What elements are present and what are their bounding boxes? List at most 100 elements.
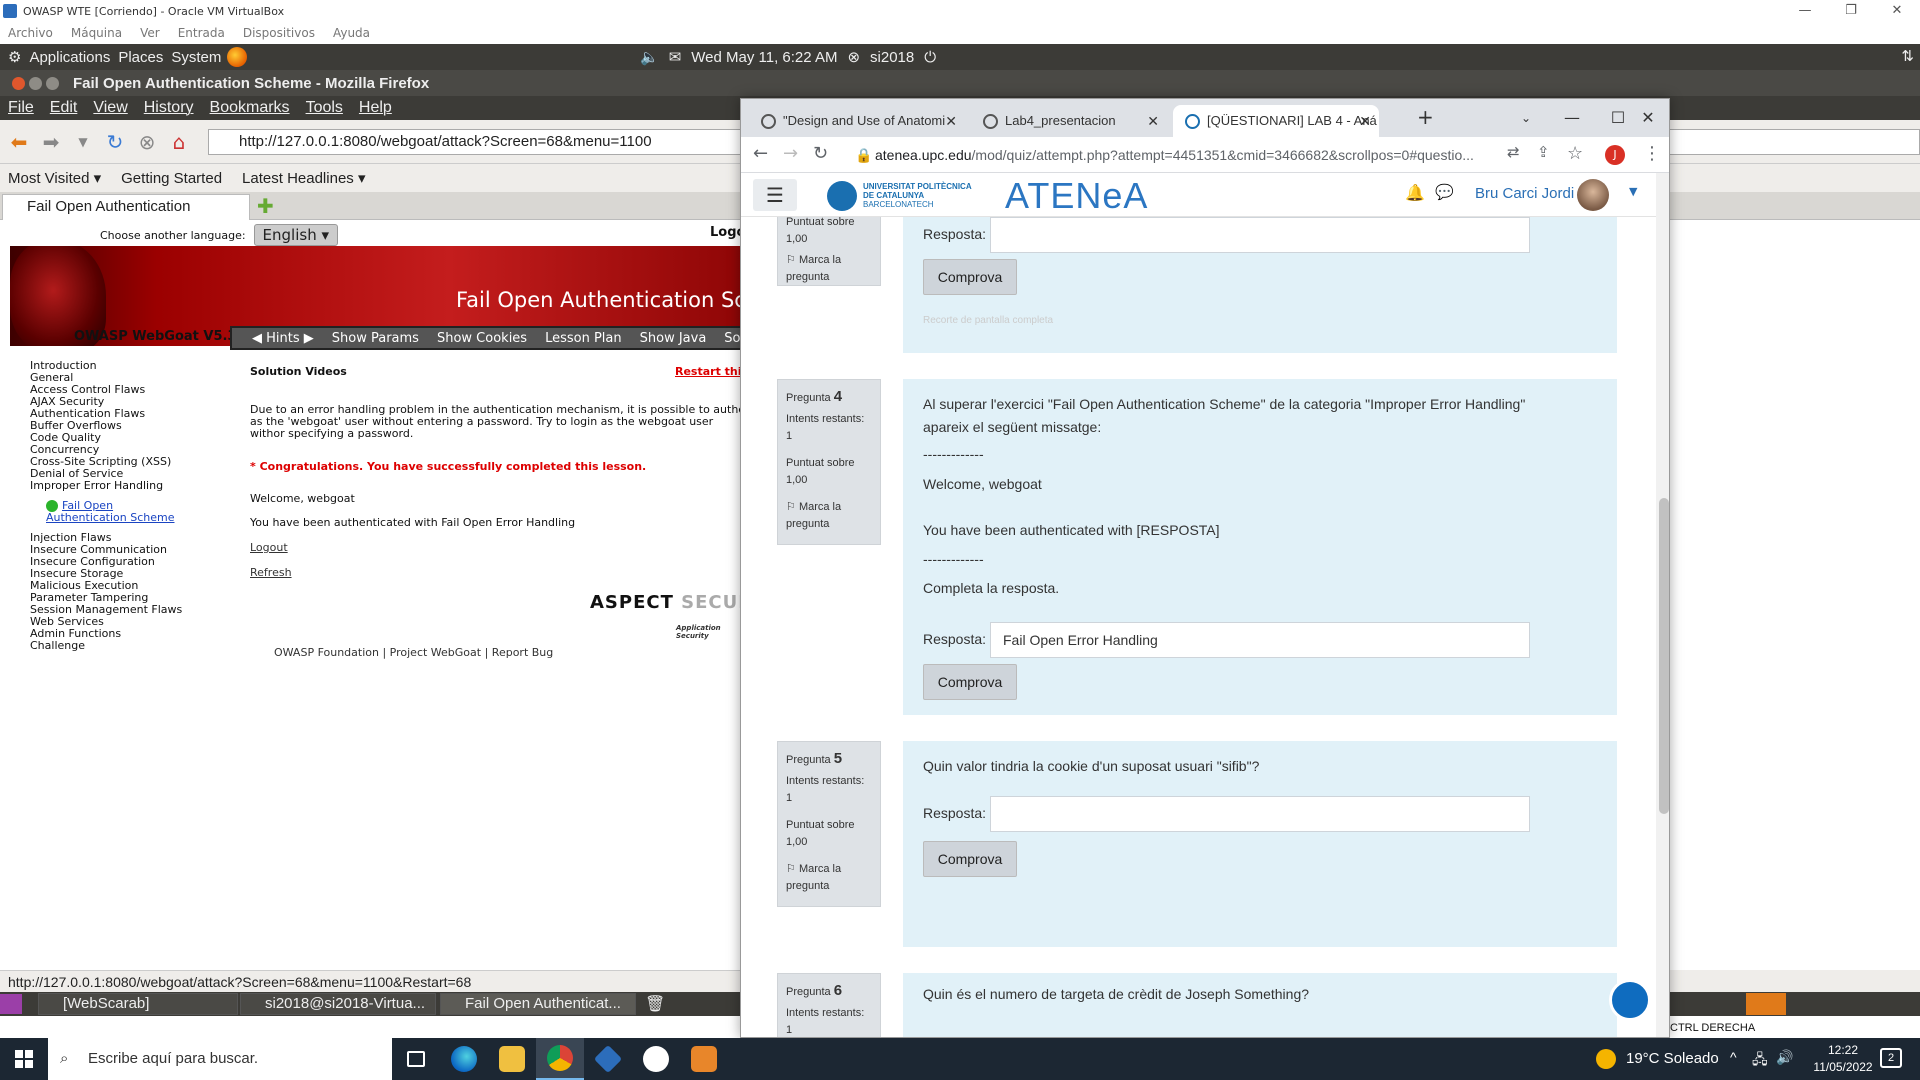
- volume-tray-icon[interactable]: 🔊: [1776, 1049, 1793, 1066]
- flag-question-4[interactable]: ⚐ Marca la pregunta: [786, 499, 872, 533]
- volume-icon[interactable]: 🔈: [640, 48, 659, 66]
- close-button[interactable]: ✕: [1874, 0, 1920, 22]
- ff-menu-help[interactable]: Help: [359, 99, 392, 117]
- lesson-link-fail-open[interactable]: Fail Open Authentication Scheme: [46, 500, 176, 524]
- bookmark-latest-headlines[interactable]: Latest Headlines ▾: [242, 169, 365, 187]
- chrome-tab-lab4[interactable]: Lab4_presentacion ✕: [971, 105, 1167, 137]
- profile-avatar[interactable]: J: [1605, 145, 1625, 165]
- answer-input-q5[interactable]: [990, 796, 1530, 832]
- webgoat-footer[interactable]: OWASP Foundation | Project WebGoat | Rep…: [274, 646, 553, 659]
- flag-question-3[interactable]: ⚐ Marca la pregunta: [786, 252, 872, 286]
- virtualbox-taskbar-icon[interactable]: [584, 1038, 632, 1080]
- ff-menu-bookmarks[interactable]: Bookmarks: [210, 99, 290, 117]
- network-tray-icon[interactable]: 🖧: [1752, 1049, 1768, 1073]
- vbox-menu-archivo[interactable]: Archivo: [8, 26, 53, 40]
- home-icon[interactable]: ⌂: [166, 129, 192, 155]
- translate-icon[interactable]: ⇄: [1507, 143, 1520, 161]
- minimize-button[interactable]: —: [1782, 0, 1828, 22]
- check-button-q5[interactable]: Comprova: [923, 841, 1017, 877]
- system-menu[interactable]: System: [171, 49, 221, 66]
- task-firefox[interactable]: Fail Open Authenticat...: [440, 993, 636, 1015]
- close-tab-icon[interactable]: ✕: [1147, 105, 1159, 137]
- ff-menu-view[interactable]: View: [93, 99, 127, 117]
- clock[interactable]: Wed May 11, 6:22 AM: [691, 49, 837, 66]
- applications-menu[interactable]: Applications: [29, 49, 110, 66]
- trash-icon[interactable]: 🗑: [645, 994, 665, 1014]
- tab-search-icon[interactable]: ⌄: [1503, 99, 1549, 137]
- show-cookies-button[interactable]: Show Cookies: [437, 331, 527, 346]
- show-desktop-icon[interactable]: [0, 994, 22, 1014]
- back-icon[interactable]: ←: [753, 143, 768, 164]
- logout-link-top[interactable]: Logo: [710, 225, 742, 240]
- firefox-maximize-button[interactable]: [46, 76, 59, 90]
- task-view-icon[interactable]: [392, 1038, 440, 1080]
- tray-chevron-icon[interactable]: ^: [1730, 1049, 1737, 1065]
- chrome-menu-icon[interactable]: ⋮: [1643, 143, 1661, 164]
- notifications-bell-icon[interactable]: 🔔: [1405, 183, 1425, 202]
- hamburger-menu-icon[interactable]: ☰: [753, 179, 797, 211]
- ff-menu-history[interactable]: History: [144, 99, 194, 117]
- vbox-menu-ver[interactable]: Ver: [140, 26, 160, 40]
- history-dropdown-icon[interactable]: ▼: [70, 129, 96, 155]
- notification-center-icon[interactable]: 2: [1880, 1048, 1902, 1068]
- windows-start-button[interactable]: [0, 1038, 48, 1080]
- check-button-q4[interactable]: Comprova: [923, 664, 1017, 700]
- vbox-menu-ayuda[interactable]: Ayuda: [333, 26, 370, 40]
- messages-icon[interactable]: 💬: [1435, 183, 1454, 201]
- mail-icon[interactable]: ✉: [669, 48, 682, 66]
- ff-menu-edit[interactable]: Edit: [50, 99, 78, 117]
- restart-lesson-link[interactable]: Restart thi: [675, 365, 742, 378]
- vbox-menu-maquina[interactable]: Máquina: [71, 26, 122, 40]
- firefox-tab-fail-open[interactable]: Fail Open Authentication Scheme: [2, 194, 250, 239]
- close-tab-icon[interactable]: ✕: [945, 105, 957, 137]
- chrome-minimize-button[interactable]: —: [1549, 99, 1595, 137]
- bookmark-getting-started[interactable]: Getting Started: [121, 170, 222, 187]
- check-button-q3[interactable]: Comprova: [923, 259, 1017, 295]
- user-dropdown-icon[interactable]: ▼: [1629, 185, 1637, 198]
- windows-search-box[interactable]: ⌕ Escribe aquí para buscar.: [48, 1038, 392, 1080]
- places-menu[interactable]: Places: [118, 49, 163, 66]
- atenea-logo[interactable]: ATENeA: [1005, 175, 1148, 217]
- language-select[interactable]: English ▾: [253, 224, 339, 246]
- power-icon[interactable]: ⏻: [924, 49, 936, 66]
- windows-clock[interactable]: 12:22 11/05/2022: [1808, 1042, 1878, 1076]
- flag-question-5[interactable]: ⚐ Marca la pregunta: [786, 861, 872, 895]
- user-name[interactable]: Bru Carci Jordi: [1475, 185, 1574, 202]
- xbox-app-icon[interactable]: [632, 1038, 680, 1080]
- answer-input-q4[interactable]: Fail Open Error Handling: [990, 622, 1530, 658]
- chrome-tab-design[interactable]: "Design and Use of Anatomi ✕: [749, 105, 965, 137]
- show-params-button[interactable]: Show Params: [332, 331, 419, 346]
- reload-icon[interactable]: ↻: [102, 129, 128, 155]
- hints-button[interactable]: ◀ Hints ▶: [252, 331, 314, 346]
- bookmark-star-icon[interactable]: ☆: [1567, 143, 1583, 164]
- ff-menu-tools[interactable]: Tools: [306, 99, 343, 117]
- firefox-minimize-button[interactable]: [29, 76, 42, 90]
- edge-icon[interactable]: [440, 1038, 488, 1080]
- restore-button[interactable]: ❐: [1828, 0, 1874, 22]
- new-tab-button[interactable]: +: [1417, 105, 1434, 129]
- show-java-button[interactable]: Show Java: [640, 331, 707, 346]
- forward-icon[interactable]: →: [783, 143, 798, 164]
- help-button-icon[interactable]: [1609, 979, 1651, 1021]
- category-link[interactable]: Challenge: [30, 640, 182, 652]
- chrome-taskbar-icon[interactable]: [536, 1038, 584, 1080]
- refresh-link[interactable]: Refresh: [250, 566, 742, 579]
- close-tab-icon[interactable]: ✕: [1359, 105, 1371, 137]
- firefox-tray-icon[interactable]: [1746, 993, 1786, 1015]
- snip-tool-icon[interactable]: [680, 1038, 728, 1080]
- share-icon[interactable]: ⇪: [1537, 143, 1550, 161]
- scrollbar-thumb[interactable]: [1659, 498, 1669, 814]
- firefox-close-button[interactable]: [12, 76, 25, 90]
- ff-menu-file[interactable]: File: [8, 99, 34, 117]
- back-icon[interactable]: ⬅: [6, 129, 32, 155]
- vbox-menu-dispositivos[interactable]: Dispositivos: [243, 26, 315, 40]
- bookmark-most-visited[interactable]: Most Visited ▾: [8, 169, 101, 187]
- user-menu[interactable]: si2018: [870, 49, 914, 66]
- answer-input-q3[interactable]: [990, 217, 1530, 253]
- user-avatar[interactable]: [1577, 179, 1609, 211]
- logout-link[interactable]: Logout: [250, 541, 742, 554]
- chrome-tab-questionari[interactable]: [QÜESTIONARI] LAB 4 - Aná ✕: [1173, 105, 1379, 137]
- task-terminal[interactable]: si2018@si2018-Virtua...: [240, 993, 436, 1015]
- new-tab-icon[interactable]: ✚: [257, 194, 274, 218]
- stop-icon[interactable]: ⊗: [134, 129, 160, 155]
